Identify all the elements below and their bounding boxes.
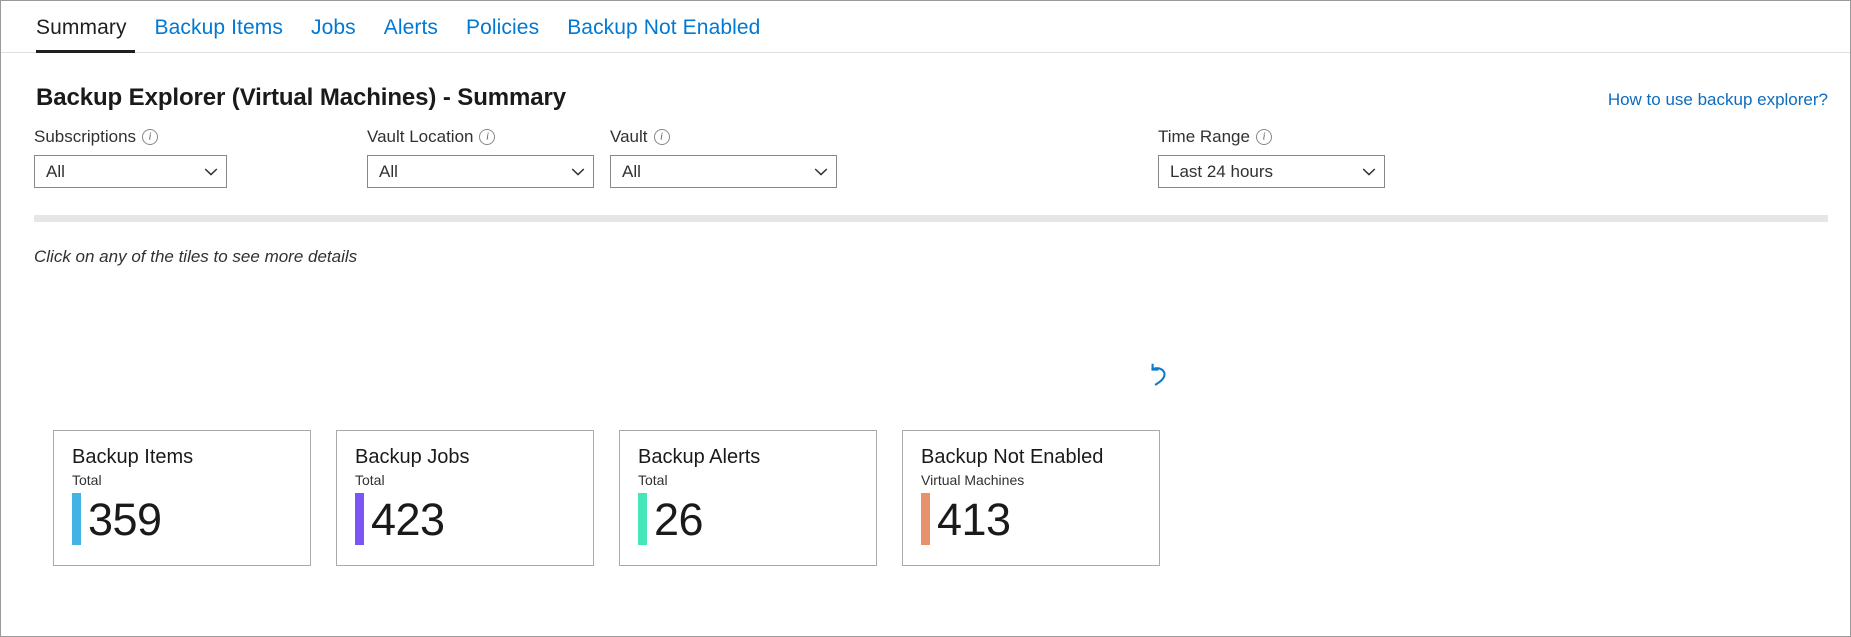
summary-tiles: Backup ItemsTotal359Backup JobsTotal423B… [53,430,1160,566]
tab-alerts[interactable]: Alerts [370,1,452,53]
tile-accent-bar [921,493,930,545]
info-icon[interactable]: i [1256,129,1272,145]
tab-bar: SummaryBackup ItemsJobsAlertsPoliciesBac… [1,1,1850,53]
filter-label-text: Time Range [1158,127,1250,147]
tiles-hint-text: Click on any of the tiles to see more de… [1,222,1850,267]
tile-subtitle: Total [638,472,858,488]
tab-backup-items[interactable]: Backup Items [141,1,297,53]
tile-value-row: 423 [355,493,575,545]
tile-title: Backup Items [72,446,292,469]
filter-label-vault: Vaulti [610,126,837,148]
filter-vault-location: Vault Location i All [367,126,594,188]
how-to-use-backup-explorer-link[interactable]: How to use backup explorer? [1608,90,1828,110]
refresh-arrow-icon [1145,363,1171,389]
refresh-button[interactable] [1141,359,1175,393]
chevron-down-icon [204,165,216,177]
dropdown-subscriptions[interactable]: All [34,155,227,188]
section-divider [34,215,1828,222]
tab-policies[interactable]: Policies [452,1,553,53]
tab-jobs[interactable]: Jobs [297,1,370,53]
tile-value-row: 413 [921,493,1141,545]
tile-backup-alerts[interactable]: Backup Alerts Total 26 [619,430,877,566]
tile-backup-items[interactable]: Backup Items Total 359 [53,430,311,566]
filter-label-text: Vault [610,127,648,147]
tile-value: 359 [88,497,162,542]
page-title: Backup Explorer (Virtual Machines) - Sum… [36,84,566,112]
info-icon[interactable]: i [142,129,158,145]
dropdown-selected-value: All [622,162,641,182]
filter-time-range: Time Range i Last 24 hours [1158,126,1385,188]
info-icon[interactable]: i [654,129,670,145]
tile-subtitle: Virtual Machines [921,472,1141,488]
tile-accent-bar [355,493,364,545]
filter-bar: SubscriptionsiAllVault LocationiAllVault… [1,126,1850,206]
tile-backup-not-enabled[interactable]: Backup Not Enabled Virtual Machines 413 [902,430,1160,566]
tile-backup-jobs[interactable]: Backup Jobs Total 423 [336,430,594,566]
chevron-down-icon [1362,165,1374,177]
filter-label-text: Vault Location [367,127,473,147]
tab-summary[interactable]: Summary [34,1,141,53]
chevron-down-icon [571,165,583,177]
filter-vault: Vaulti All [610,126,837,188]
tile-title: Backup Not Enabled [921,446,1141,469]
info-icon[interactable]: i [479,129,495,145]
dropdown-selected-value: All [46,162,65,182]
tab-backup-not-enabled[interactable]: Backup Not Enabled [553,1,774,53]
filter-label-vault-location: Vault Location i [367,126,594,148]
tile-value: 423 [371,497,445,542]
tile-title: Backup Alerts [638,446,858,469]
tile-subtitle: Total [355,472,575,488]
tile-accent-bar [638,493,647,545]
chevron-down-icon [814,165,826,177]
backup-explorer-summary-page: SummaryBackup ItemsJobsAlertsPoliciesBac… [0,0,1851,637]
filter-subscriptions: Subscriptions i All [34,126,227,188]
tile-accent-bar [72,493,81,545]
dropdown-selected-value: All [379,162,398,182]
filter-label-text: Subscriptions [34,127,136,147]
tile-subtitle: Total [72,472,292,488]
tile-value: 26 [654,497,703,542]
dropdown-vault[interactable]: All [610,155,837,188]
dropdown-time-range[interactable]: Last 24 hours [1158,155,1385,188]
tile-value-row: 26 [638,493,858,545]
tile-value-row: 359 [72,493,292,545]
filter-label-time-range: Time Range i [1158,126,1385,148]
dropdown-vault-location[interactable]: All [367,155,594,188]
header-row: Backup Explorer (Virtual Machines) - Sum… [1,53,1850,112]
dropdown-selected-value: Last 24 hours [1170,162,1273,182]
tile-value: 413 [937,497,1011,542]
tile-title: Backup Jobs [355,446,575,469]
filter-label-subscriptions: Subscriptions i [34,126,227,148]
